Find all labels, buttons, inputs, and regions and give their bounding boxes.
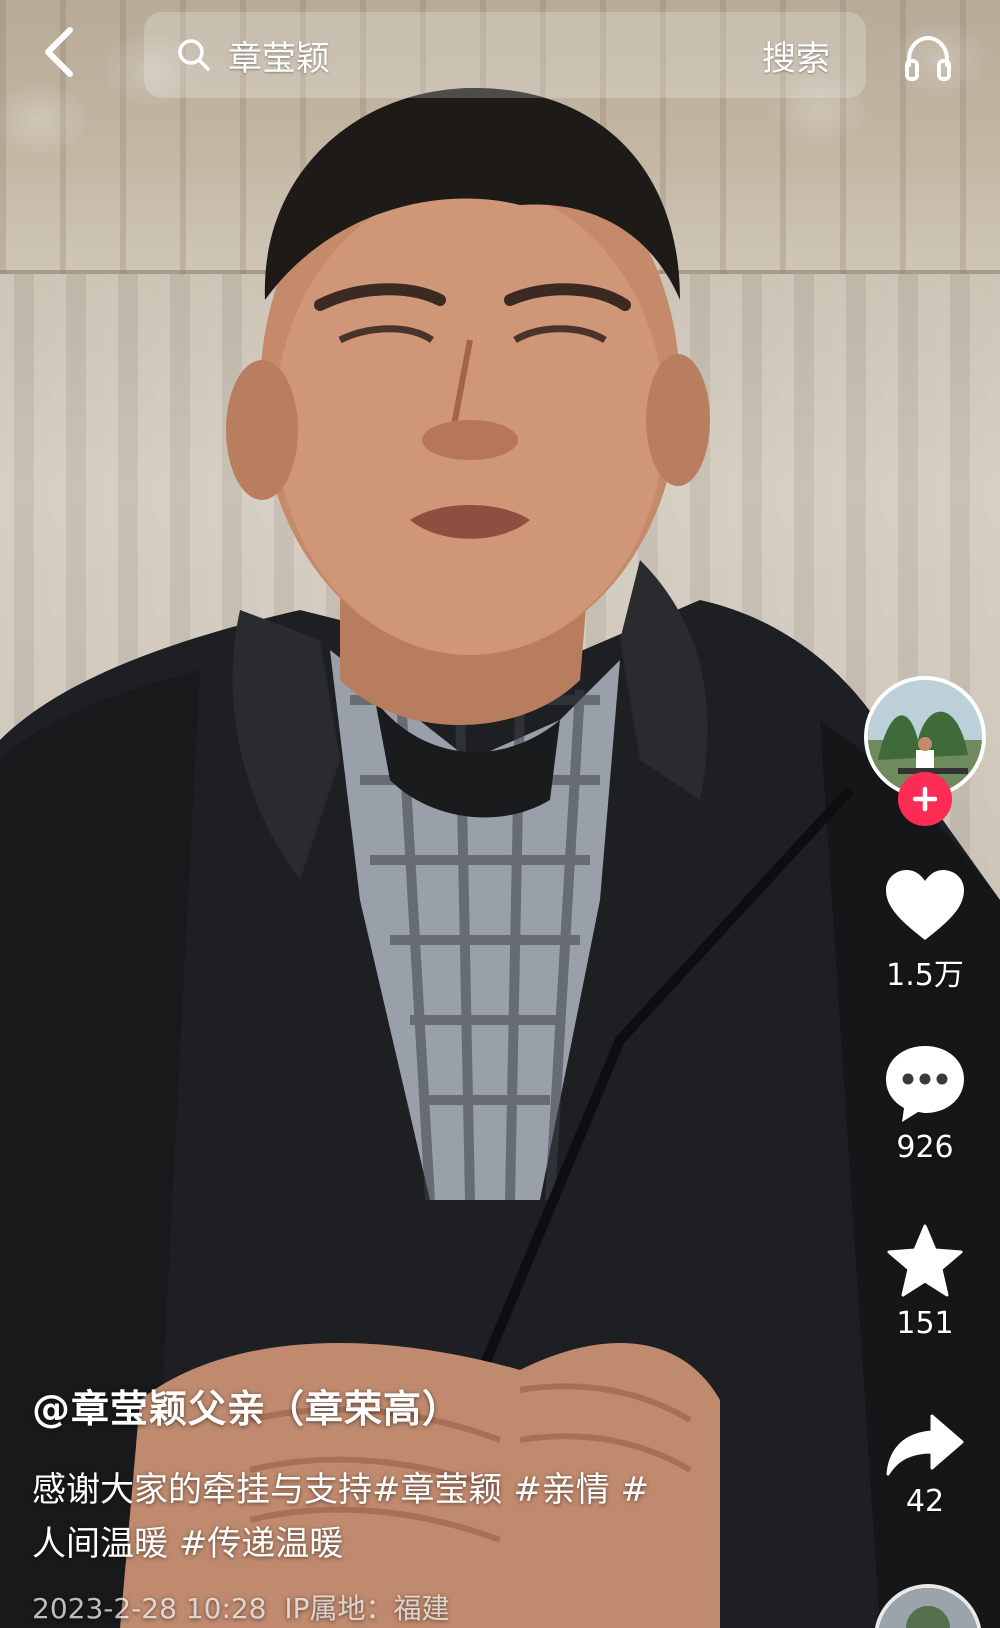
search-bar[interactable]: 章莹颖 搜索	[144, 12, 866, 98]
follow-button[interactable]	[898, 772, 952, 826]
search-button[interactable]: 搜索	[762, 31, 830, 80]
like-count: 1.5万	[886, 958, 964, 993]
share-action: 42	[868, 1412, 982, 1519]
ip-location: IP属地：福建	[284, 1592, 450, 1625]
headphones-icon	[905, 35, 951, 81]
chevron-left-icon	[45, 27, 73, 77]
hashtag[interactable]: #亲情	[513, 1470, 610, 1510]
star-icon[interactable]	[885, 1222, 965, 1300]
share-arrow-icon[interactable]	[884, 1412, 966, 1478]
search-icon	[176, 35, 216, 75]
author-avatar-group	[864, 676, 986, 826]
listen-button[interactable]	[896, 26, 960, 90]
hashtag[interactable]: #章莹颖	[372, 1470, 503, 1510]
tag-separator	[503, 1470, 514, 1510]
post-meta: 2023-2-28 10:28 IP属地：福建	[32, 1587, 732, 1627]
tag-separator	[610, 1470, 621, 1510]
comment-action: 926	[868, 1042, 982, 1165]
search-query-text[interactable]: 章莹颖	[228, 31, 762, 80]
author-name[interactable]: @章莹颖父亲（章荣高）	[32, 1378, 732, 1433]
caption-text: 感谢大家的牵挂与支持	[32, 1470, 372, 1510]
caption-description: 感谢大家的牵挂与支持#章莹颖 #亲情 # 人间温暖 #传递温暖	[32, 1463, 732, 1571]
comment-bubble-icon[interactable]	[882, 1042, 968, 1124]
comment-count: 926	[896, 1130, 954, 1165]
hashtag[interactable]: 人间温暖	[32, 1524, 168, 1564]
back-button[interactable]	[30, 22, 90, 82]
hashtag[interactable]: #	[621, 1470, 650, 1510]
video-screen[interactable]: 章莹颖 搜索 1.5万 926 151 42 @章莹颖父亲（章荣高） 感谢大家的…	[0, 0, 1000, 1628]
plus-icon	[912, 786, 938, 812]
like-action: 1.5万	[868, 866, 982, 994]
heart-icon[interactable]	[882, 866, 968, 944]
video-caption: @章莹颖父亲（章荣高） 感谢大家的牵挂与支持#章莹颖 #亲情 # 人间温暖 #传递…	[32, 1378, 732, 1627]
favorite-count: 151	[896, 1306, 954, 1341]
hashtag[interactable]: #传递温暖	[179, 1524, 344, 1564]
favorite-action: 151	[868, 1222, 982, 1341]
share-count: 42	[905, 1484, 945, 1519]
post-timestamp: 2023-2-28 10:28	[32, 1592, 267, 1625]
